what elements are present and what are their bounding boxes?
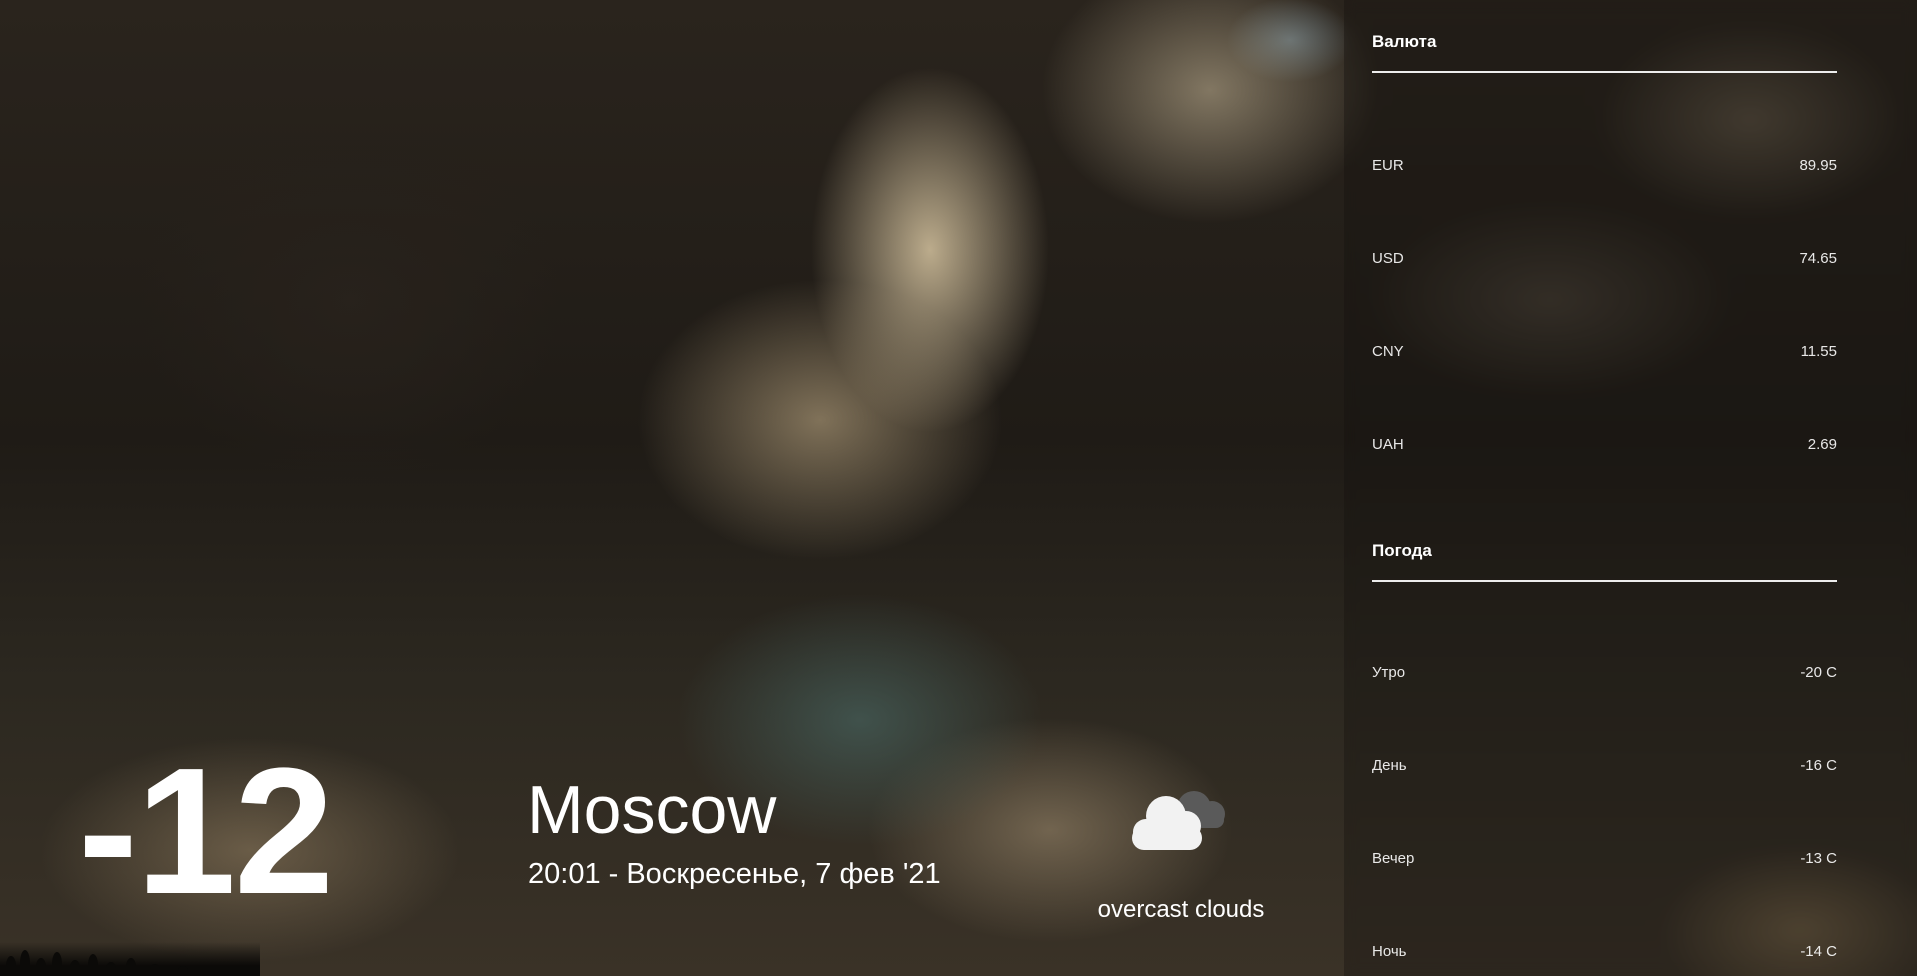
forecast-period: Ночь xyxy=(1372,943,1407,960)
condition-description: overcast clouds xyxy=(1097,896,1265,923)
forecast-row: Ночь -14 C xyxy=(1372,905,1837,976)
currency-title: Валюта xyxy=(1372,0,1837,73)
forecast-temperature: -13 C xyxy=(1800,850,1837,867)
forecast-row: Утро -20 C xyxy=(1372,626,1837,719)
forecast-period: Утро xyxy=(1372,664,1406,681)
currency-rate: 2.69 xyxy=(1807,436,1837,453)
background-sky-photo: -12 Moscow 20:01 - Воскресенье, 7 фев '2… xyxy=(0,0,1917,976)
city-name: Moscow xyxy=(527,772,777,848)
info-panel: Валюта EUR 89.95 USD 74.65 CNY 11.55 UAH… xyxy=(1344,0,1917,976)
forecast-temperature: -20 C xyxy=(1800,664,1837,681)
date-time: 20:01 - Воскресенье, 7 фев '21 xyxy=(528,858,941,890)
currency-row: UAH 2.69 xyxy=(1372,398,1837,491)
forecast-temperature: -14 C xyxy=(1800,943,1837,960)
forecast-row: Вечер -13 C xyxy=(1372,812,1837,905)
forecast-row: День -16 C xyxy=(1372,719,1837,812)
currency-row: EUR 89.95 xyxy=(1372,119,1837,212)
currency-code: USD xyxy=(1372,250,1404,267)
weather-section: Погода Утро -20 C День -16 C Вечер -13 C… xyxy=(1372,509,1837,976)
weather-title: Погода xyxy=(1372,509,1837,582)
currency-list: EUR 89.95 USD 74.65 CNY 11.55 UAH 2.69 xyxy=(1372,73,1837,491)
currency-rate: 11.55 xyxy=(1800,343,1837,360)
currency-rate: 74.65 xyxy=(1799,250,1837,267)
currency-code: CNY xyxy=(1372,343,1404,360)
overcast-clouds-icon xyxy=(1126,782,1236,852)
currency-rate: 89.95 xyxy=(1799,157,1837,174)
currency-code: EUR xyxy=(1372,157,1404,174)
weather-forecast-list: Утро -20 C День -16 C Вечер -13 C Ночь -… xyxy=(1372,582,1837,976)
forecast-period: День xyxy=(1372,757,1407,774)
currency-row: USD 74.65 xyxy=(1372,212,1837,305)
forecast-period: Вечер xyxy=(1372,850,1415,867)
currency-code: UAH xyxy=(1372,436,1404,453)
currency-row: CNY 11.55 xyxy=(1372,305,1837,398)
treeline-silhouette xyxy=(0,942,260,976)
forecast-temperature: -16 C xyxy=(1800,757,1837,774)
currency-section: Валюта EUR 89.95 USD 74.65 CNY 11.55 UAH… xyxy=(1372,0,1837,491)
current-temperature: -12 xyxy=(78,731,334,932)
